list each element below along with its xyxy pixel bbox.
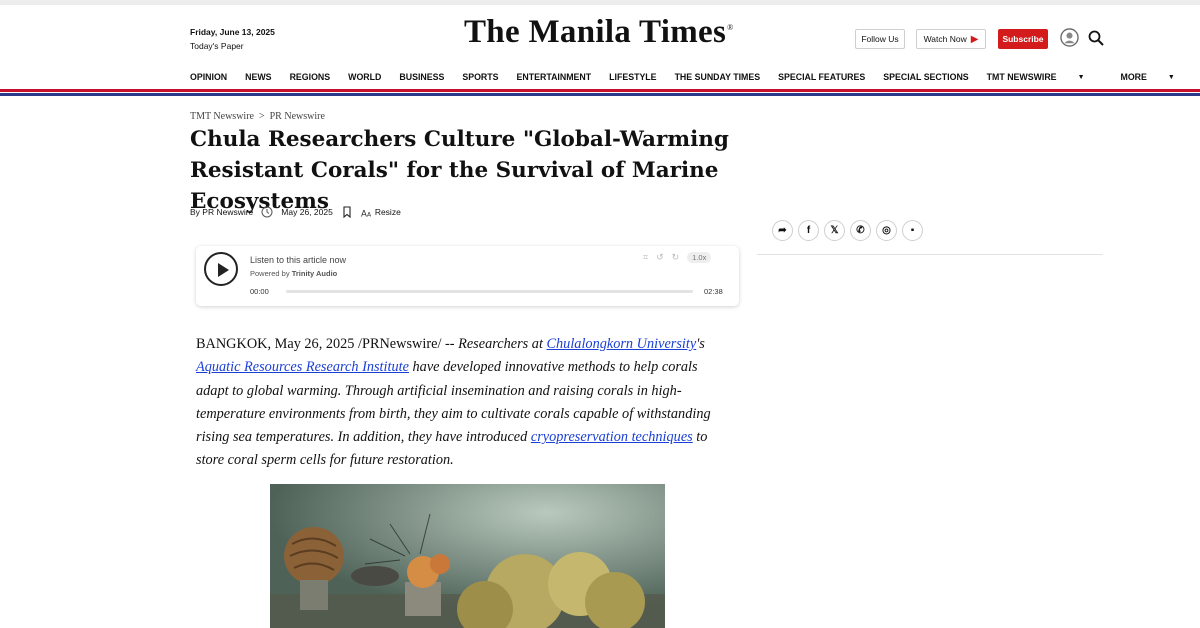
nav-item-news[interactable]: NEWS xyxy=(245,71,271,83)
nav-item-sunday-times[interactable]: THE SUNDAY TIMES xyxy=(675,71,761,83)
forward-icon[interactable]: ↻ xyxy=(672,252,680,263)
nav-item-tmt-newswire[interactable]: TMT NEWSWIRE ▼ xyxy=(987,71,1103,83)
article-text-1: Researchers at xyxy=(458,336,547,352)
sidebar-divider xyxy=(757,254,1103,255)
facebook-icon[interactable]: f xyxy=(798,220,819,241)
link-chulalongkorn[interactable]: Chulalongkorn University xyxy=(547,336,697,352)
breadcrumb: TMT Newswire > PR Newswire xyxy=(190,111,325,122)
listen-label: Listen to this article now xyxy=(250,255,347,265)
play-triangle-icon: ▶ xyxy=(970,33,979,45)
follow-us-button[interactable]: Follow Us xyxy=(855,29,905,49)
header-rule-blue xyxy=(0,93,1200,96)
subscribe-button[interactable]: Subscribe xyxy=(998,29,1048,49)
nav-item-sports[interactable]: SPORTS xyxy=(462,71,498,83)
todays-paper-link[interactable]: Today's Paper xyxy=(190,41,244,51)
audio-player: Listen to this article now Powered by Tr… xyxy=(196,246,739,306)
article-dateline: BANGKOK, May 26, 2025 /PRNewswire/ -- xyxy=(196,336,459,352)
author-link[interactable]: By PR Newswire xyxy=(190,207,253,217)
clock-icon xyxy=(261,206,273,218)
nav-newswire-label: TMT NEWSWIRE xyxy=(986,72,1057,82)
article-photo xyxy=(270,484,665,628)
article-title: Chula Researchers Culture "Global-Warmin… xyxy=(190,127,729,214)
nav-item-special-sections[interactable]: SPECIAL SECTIONS xyxy=(883,71,968,83)
play-button[interactable] xyxy=(204,252,238,286)
nav-item-opinion[interactable]: OPINION xyxy=(190,71,227,83)
audio-progress-bar[interactable] xyxy=(286,290,693,293)
nav-item-regions[interactable]: REGIONS xyxy=(290,71,331,83)
site-logo-text: The Manila Times xyxy=(464,14,727,50)
current-date: Friday, June 13, 2025 xyxy=(190,27,275,37)
nav-item-entertainment[interactable]: ENTERTAINMENT xyxy=(517,71,592,83)
article-body: BANGKOK, May 26, 2025 /PRNewswire/ -- Re… xyxy=(196,333,726,473)
share-bar: ➦ f 𝕏 ✆ ◎ ▪ xyxy=(772,220,923,241)
share-icon[interactable]: ➦ xyxy=(772,220,793,241)
svg-text:A: A xyxy=(361,209,367,218)
powered-by: Powered by Trinity Audio xyxy=(250,269,337,278)
player-tools: ⌗ ↺ ↻ 1.0x xyxy=(643,252,712,263)
powered-prefix: Powered by xyxy=(250,269,292,278)
current-time: 00:00 xyxy=(250,287,269,296)
breadcrumb-tmt-newswire[interactable]: TMT Newswire xyxy=(190,111,254,122)
chevron-down-icon: ▼ xyxy=(1077,73,1085,81)
bookmark-icon[interactable] xyxy=(341,206,353,218)
duration: 02:38 xyxy=(704,287,723,296)
user-icon[interactable] xyxy=(1060,28,1079,47)
coral-photo-illustration xyxy=(270,484,665,628)
link-aquatic-resources[interactable]: Aquatic Resources Research Institute xyxy=(196,359,409,375)
text-resize-icon[interactable]: AA xyxy=(361,206,373,218)
rewind-icon[interactable]: ↺ xyxy=(656,252,664,263)
nav-item-business[interactable]: BUSINESS xyxy=(399,71,444,83)
site-logo[interactable]: The Manila Times® xyxy=(464,14,734,58)
nav-more-label: MORE xyxy=(1120,72,1147,82)
comment-icon[interactable]: ▪ xyxy=(902,220,923,241)
chevron-down-icon: ▼ xyxy=(1167,73,1175,81)
watch-now-button[interactable]: Watch Now ▶ xyxy=(916,29,986,49)
article-text-2: 's xyxy=(696,336,705,352)
nav-item-more[interactable]: MORE ▼ xyxy=(1121,71,1193,83)
article-byline: By PR Newswire May 26, 2025 AA Resize xyxy=(190,206,401,218)
registered-mark: ® xyxy=(727,23,734,32)
breadcrumb-separator: > xyxy=(258,111,265,122)
svg-text:A: A xyxy=(367,211,372,218)
nav-item-lifestyle[interactable]: LIFESTYLE xyxy=(609,71,656,83)
top-strip xyxy=(0,0,1200,5)
breadcrumb-pr-newswire[interactable]: PR Newswire xyxy=(270,111,325,122)
nav-item-special-features[interactable]: SPECIAL FEATURES xyxy=(778,71,865,83)
header-rule-red xyxy=(0,89,1200,92)
x-icon[interactable]: 𝕏 xyxy=(824,220,845,241)
watch-now-label: Watch Now xyxy=(923,34,967,44)
link-cryopreservation[interactable]: cryopreservation techniques xyxy=(531,429,693,445)
instagram-icon[interactable]: ◎ xyxy=(876,220,897,241)
whatsapp-icon[interactable]: ✆ xyxy=(850,220,871,241)
translate-icon[interactable]: ⌗ xyxy=(643,252,648,263)
nav-item-world[interactable]: WORLD xyxy=(348,71,381,83)
powered-brand[interactable]: Trinity Audio xyxy=(292,269,338,278)
main-nav: OPINION NEWS REGIONS WORLD BUSINESS SPOR… xyxy=(190,71,1200,83)
search-icon[interactable] xyxy=(1088,30,1104,46)
playback-speed[interactable]: 1.0x xyxy=(687,252,712,263)
publish-date: May 26, 2025 xyxy=(281,207,333,217)
resize-label[interactable]: Resize xyxy=(375,207,401,217)
